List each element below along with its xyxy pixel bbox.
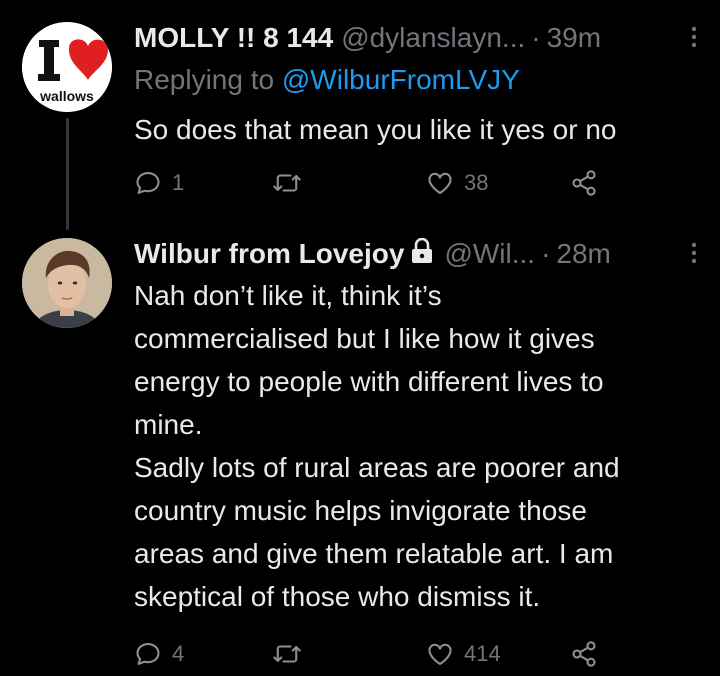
tweet-text-line: Nah don’t like it, think it’s xyxy=(134,280,442,311)
lock-icon xyxy=(410,237,434,271)
reply-icon xyxy=(136,172,160,194)
replying-to-label: Replying to xyxy=(134,64,275,95)
like-icon xyxy=(428,172,452,194)
display-name[interactable]: MOLLY !! 8 144 xyxy=(134,22,333,54)
tweet-text-line: So does that mean you like it yes or no xyxy=(134,114,617,145)
reply-button[interactable]: 1 xyxy=(134,163,184,203)
tweet-text-line: mine. xyxy=(134,409,203,440)
tweet-text-line: areas and give them relatable art. I am xyxy=(134,538,614,569)
more-icon[interactable] xyxy=(690,24,698,56)
share-icon xyxy=(572,170,596,196)
reply-count: 1 xyxy=(172,170,185,195)
retweet-button[interactable] xyxy=(272,634,312,674)
display-name[interactable]: Wilbur from Lovejoy xyxy=(134,238,404,270)
more-icon[interactable] xyxy=(690,240,698,272)
tweet-text: So does that mean you like it yes or no xyxy=(134,108,690,152)
retweet-icon xyxy=(273,645,301,663)
reply-button[interactable]: 4 xyxy=(134,634,184,674)
reply-icon xyxy=(136,643,160,665)
retweet-button[interactable] xyxy=(272,163,312,203)
timestamp[interactable]: 28m xyxy=(556,238,610,270)
user-handle[interactable]: @Wil... xyxy=(444,238,535,270)
reply-count: 4 xyxy=(172,641,185,666)
tweet-text-line: energy to people with different lives to xyxy=(134,366,604,397)
separator-dot: · xyxy=(531,22,541,53)
replying-to: Replying to @WilburFromLVJY xyxy=(134,64,520,96)
avatar[interactable] xyxy=(22,238,112,328)
avatar-logo-text: wallows xyxy=(40,88,94,104)
like-button[interactable]: 38 xyxy=(426,163,488,203)
tweet-text-line: skeptical of those who dismiss it. xyxy=(134,581,541,612)
separator-dot: · xyxy=(541,238,551,269)
tweet-actions: 4 414 xyxy=(134,634,614,674)
replying-to-mention[interactable]: @WilburFromLVJY xyxy=(282,64,520,95)
share-icon xyxy=(572,641,596,667)
profile-photo-icon xyxy=(22,238,112,328)
tweet-molly[interactable]: wallows MOLLY !! 8 144 @dylanslayn... · … xyxy=(0,0,720,232)
tweet-wilbur[interactable]: Wilbur from Lovejoy @Wil... · 28m Nah do… xyxy=(0,232,720,676)
like-count: 414 xyxy=(464,641,501,666)
tweet-text-line: Sadly lots of rural areas are poorer and xyxy=(134,452,620,483)
retweet-icon xyxy=(273,174,301,192)
like-button[interactable]: 414 xyxy=(426,634,501,674)
avatar[interactable]: wallows xyxy=(22,22,112,112)
tweet-header: Wilbur from Lovejoy @Wil... · 28m xyxy=(134,234,698,274)
tweet-header: MOLLY !! 8 144 @dylanslayn... · 39m xyxy=(134,18,698,58)
like-icon xyxy=(428,643,452,665)
tweet-thread: wallows MOLLY !! 8 144 @dylanslayn... · … xyxy=(0,0,720,676)
tweet-actions: 1 38 xyxy=(134,163,614,203)
like-count: 38 xyxy=(464,170,489,195)
timestamp[interactable]: 39m xyxy=(547,22,601,54)
tweet-text-line: country music helps invigorate those xyxy=(134,495,587,526)
share-button[interactable] xyxy=(570,163,598,203)
user-handle[interactable]: @dylanslayn... xyxy=(341,22,525,54)
tweet-text-line: commercialised but I like how it gives xyxy=(134,323,595,354)
share-button[interactable] xyxy=(570,634,598,674)
tweet-text: Nah don’t like it, think it’s commercial… xyxy=(134,274,690,618)
